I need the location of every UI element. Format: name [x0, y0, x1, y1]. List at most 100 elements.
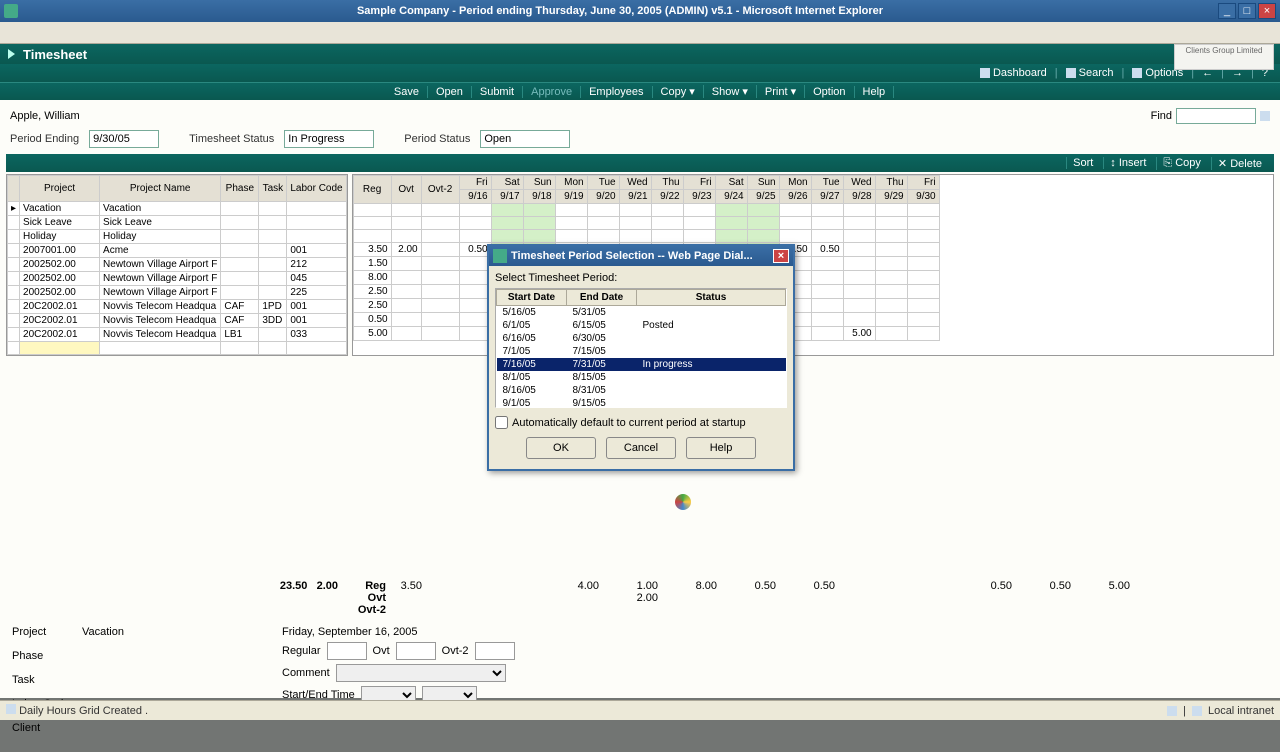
col-task[interactable]: Task [259, 176, 287, 202]
menu-show[interactable]: Show ▾ [704, 85, 757, 98]
menu-employees[interactable]: Employees [581, 86, 652, 98]
table-row[interactable]: HolidayHoliday [8, 230, 347, 244]
day-subheader[interactable]: 9/30 [907, 190, 939, 204]
popup-blocker-icon[interactable] [1167, 706, 1177, 716]
gear-icon [1132, 68, 1142, 78]
dashboard-link[interactable]: Dashboard [976, 67, 1051, 79]
col-ovt[interactable]: Ovt [391, 176, 421, 204]
day-subheader[interactable]: 9/21 [619, 190, 651, 204]
dialog-titlebar[interactable]: Timesheet Period Selection -- Web Page D… [489, 246, 793, 266]
menu-copy[interactable]: Copy ▾ [653, 85, 704, 98]
col-phase[interactable]: Phase [221, 176, 259, 202]
find-input[interactable] [1176, 108, 1256, 124]
period-ending-input[interactable] [89, 130, 159, 148]
day-subheader[interactable]: 9/27 [811, 190, 843, 204]
menu-submit[interactable]: Submit [472, 86, 523, 98]
day-header[interactable]: Sun [523, 176, 555, 190]
period-row[interactable]: 9/1/059/15/05 [497, 397, 786, 409]
day-subheader[interactable]: 9/20 [587, 190, 619, 204]
minimize-button[interactable]: _ [1218, 3, 1236, 19]
loading-icon [675, 494, 691, 510]
grid-delete-button[interactable]: ✕ Delete [1211, 157, 1268, 170]
menu-option[interactable]: Option [805, 86, 854, 98]
table-row[interactable]: 2002502.00Newtown Village Airport F045 [8, 272, 347, 286]
day-subheader[interactable]: 9/19 [555, 190, 587, 204]
search-link[interactable]: Search [1062, 67, 1118, 79]
day-header[interactable]: Wed [619, 176, 651, 190]
comment-select[interactable] [336, 664, 506, 682]
day-subheader[interactable]: 9/16 [459, 190, 491, 204]
day-header[interactable]: Fri [459, 176, 491, 190]
project-grid[interactable]: Project Project Name Phase Task Labor Co… [6, 174, 348, 356]
menu-open[interactable]: Open [428, 86, 472, 98]
col-end-date[interactable]: End Date [567, 290, 637, 306]
hours-row[interactable] [353, 204, 939, 217]
find-binoculars-icon[interactable] [1260, 111, 1270, 121]
period-row[interactable]: 6/16/056/30/05 [497, 332, 786, 345]
grid-copy-button[interactable]: ⎘ Copy [1156, 157, 1207, 170]
period-row[interactable]: 5/16/055/31/05 [497, 306, 786, 319]
hours-row[interactable] [353, 230, 939, 243]
day-subheader[interactable]: 9/25 [747, 190, 779, 204]
table-row[interactable]: 2002502.00Newtown Village Airport F212 [8, 258, 347, 272]
table-row[interactable]: 2007001.00Acme001 [8, 244, 347, 258]
col-labor-code[interactable]: Labor Code [287, 176, 346, 202]
day-header[interactable]: Wed [843, 176, 875, 190]
day-header[interactable]: Mon [555, 176, 587, 190]
period-list[interactable]: Start Date End Date Status 5/16/055/31/0… [495, 288, 787, 408]
day-subheader[interactable]: 9/26 [779, 190, 811, 204]
hours-row[interactable] [353, 217, 939, 230]
day-header[interactable]: Fri [907, 176, 939, 190]
menu-help[interactable]: Help [855, 86, 895, 98]
grid-sort-button[interactable]: Sort [1066, 157, 1099, 169]
day-subheader[interactable]: 9/23 [683, 190, 715, 204]
dialog-close-button[interactable]: × [773, 249, 789, 263]
col-start-date[interactable]: Start Date [497, 290, 567, 306]
day-header[interactable]: Mon [779, 176, 811, 190]
help-button[interactable]: Help [686, 437, 756, 459]
col-status[interactable]: Status [637, 290, 786, 306]
day-header[interactable]: Tue [811, 176, 843, 190]
col-project-name[interactable]: Project Name [100, 176, 221, 202]
nav-arrow-icon[interactable] [8, 49, 15, 59]
ovt-input[interactable] [396, 642, 436, 660]
table-row[interactable]: 20C2002.01Novvis Telecom HeadquaLB1033 [8, 328, 347, 342]
table-row[interactable]: ▸VacationVacation [8, 202, 347, 216]
grid-insert-button[interactable]: ↕ Insert [1103, 157, 1152, 169]
period-row[interactable]: 6/1/056/15/05Posted [497, 319, 786, 332]
day-subheader[interactable]: 9/28 [843, 190, 875, 204]
table-row[interactable]: 2002502.00Newtown Village Airport F225 [8, 286, 347, 300]
period-row[interactable]: 8/16/058/31/05 [497, 384, 786, 397]
day-subheader[interactable]: 9/18 [523, 190, 555, 204]
close-button[interactable]: × [1258, 3, 1276, 19]
table-row[interactable]: 20C2002.01Novvis Telecom HeadquaCAF1PD00… [8, 300, 347, 314]
col-reg[interactable]: Reg [353, 176, 391, 204]
empty-row[interactable] [8, 342, 347, 355]
cancel-button[interactable]: Cancel [606, 437, 676, 459]
period-row[interactable]: 8/1/058/15/05 [497, 371, 786, 384]
day-header[interactable]: Thu [875, 176, 907, 190]
table-row[interactable]: Sick LeaveSick Leave [8, 216, 347, 230]
day-header[interactable]: Fri [683, 176, 715, 190]
day-subheader[interactable]: 9/24 [715, 190, 747, 204]
day-header[interactable]: Sat [715, 176, 747, 190]
auto-default-checkbox[interactable] [495, 416, 508, 429]
day-subheader[interactable]: 9/22 [651, 190, 683, 204]
period-row[interactable]: 7/16/057/31/05In progress [497, 358, 786, 371]
period-row[interactable]: 7/1/057/15/05 [497, 345, 786, 358]
day-header[interactable]: Sun [747, 176, 779, 190]
col-ovt2[interactable]: Ovt-2 [421, 176, 459, 204]
day-subheader[interactable]: 9/29 [875, 190, 907, 204]
menu-save[interactable]: Save [386, 86, 428, 98]
day-subheader[interactable]: 9/17 [491, 190, 523, 204]
menu-print[interactable]: Print ▾ [757, 85, 805, 98]
regular-input[interactable] [327, 642, 367, 660]
maximize-button[interactable]: □ [1238, 3, 1256, 19]
ovt2-input[interactable] [475, 642, 515, 660]
table-row[interactable]: 20C2002.01Novvis Telecom HeadquaCAF3DD00… [8, 314, 347, 328]
day-header[interactable]: Thu [651, 176, 683, 190]
day-header[interactable]: Tue [587, 176, 619, 190]
col-project[interactable]: Project [20, 176, 100, 202]
ok-button[interactable]: OK [526, 437, 596, 459]
day-header[interactable]: Sat [491, 176, 523, 190]
